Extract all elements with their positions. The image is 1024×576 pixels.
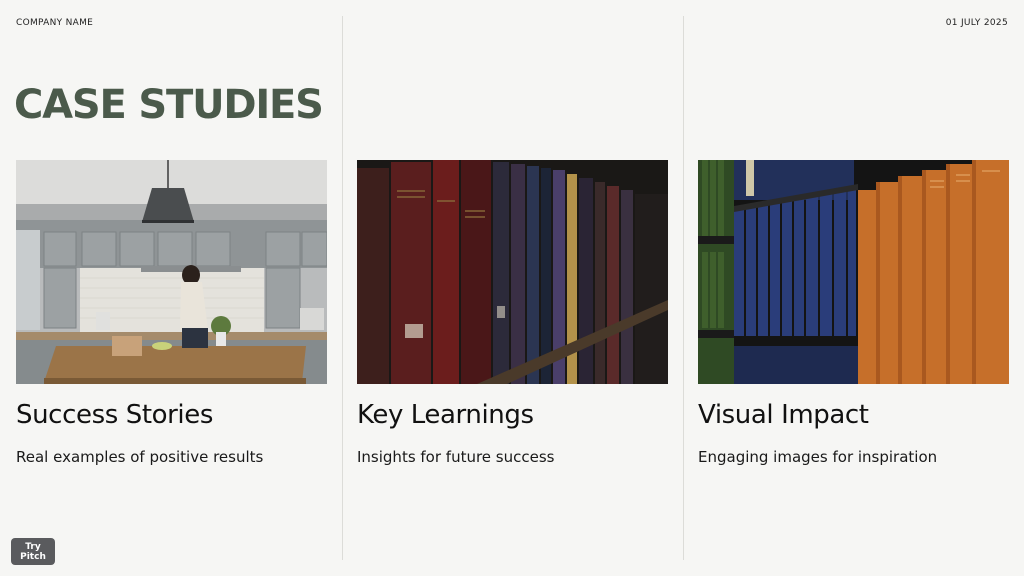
card-title: Success Stories xyxy=(16,400,213,430)
card-description: Engaging images for inspiration xyxy=(698,448,938,466)
page-title: CASE STUDIES xyxy=(14,82,324,128)
case-card: Success Stories Real examples of positiv… xyxy=(16,160,327,466)
company-name: COMPANY NAME xyxy=(16,18,94,28)
dark-bookshelf-photo xyxy=(357,160,668,384)
case-card: Key Learnings Insights for future succes… xyxy=(357,160,668,466)
colorful-bookshelf-photo xyxy=(698,160,1009,384)
case-card: Visual Impact Engaging images for inspir… xyxy=(698,160,1009,466)
column-divider xyxy=(342,16,343,560)
card-title: Visual Impact xyxy=(698,400,869,430)
column-divider xyxy=(683,16,684,560)
try-pitch-button[interactable]: Try Pitch xyxy=(11,538,55,565)
card-description: Insights for future success xyxy=(357,448,555,466)
card-title: Key Learnings xyxy=(357,400,534,430)
kitchen-photo xyxy=(16,160,327,384)
card-description: Real examples of positive results xyxy=(16,448,264,466)
header-date: 01 JULY 2025 xyxy=(945,18,1008,28)
